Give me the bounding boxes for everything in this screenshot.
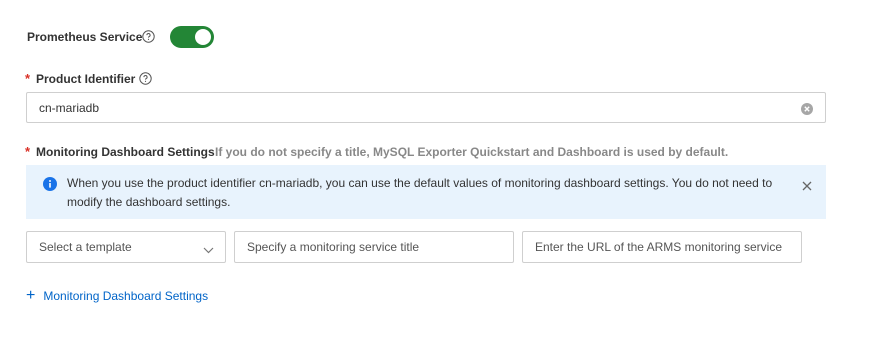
close-icon[interactable]	[802, 178, 812, 196]
dashboard-settings-hint: If you do not specify a title, MySQL Exp…	[215, 145, 729, 159]
info-alert: When you use the product identifier cn-m…	[26, 165, 826, 219]
product-identifier-value: cn-mariadb	[39, 100, 100, 115]
required-mark: *	[25, 144, 31, 159]
help-icon[interactable]	[139, 72, 152, 85]
product-identifier-label: Product Identifier	[36, 72, 136, 86]
arms-url-input[interactable]: Enter the URL of the ARMS monitoring ser…	[522, 231, 802, 263]
plus-icon: +	[26, 287, 36, 304]
arms-url-placeholder: Enter the URL of the ARMS monitoring ser…	[535, 240, 782, 254]
add-dashboard-settings-link[interactable]: + Monitoring Dashboard Settings	[26, 287, 209, 304]
alert-message: When you use the product identifier cn-m…	[67, 176, 773, 209]
required-mark: *	[25, 71, 31, 86]
prometheus-service-toggle[interactable]	[170, 26, 214, 48]
dashboard-settings-label: Monitoring Dashboard Settings	[36, 145, 215, 159]
monitoring-title-placeholder: Specify a monitoring service title	[247, 240, 420, 254]
template-select[interactable]: Select a template	[26, 231, 226, 263]
template-select-placeholder: Select a template	[39, 240, 132, 254]
prometheus-service-label: Prometheus Service	[27, 30, 143, 44]
help-icon[interactable]	[142, 30, 155, 43]
chevron-down-icon	[203, 243, 214, 257]
info-icon	[43, 177, 57, 196]
toggle-knob	[195, 29, 211, 45]
monitoring-title-input[interactable]: Specify a monitoring service title	[234, 231, 514, 263]
add-dashboard-settings-label: Monitoring Dashboard Settings	[43, 289, 209, 303]
clear-icon[interactable]	[801, 102, 813, 120]
product-identifier-input[interactable]: cn-mariadb	[26, 92, 826, 123]
